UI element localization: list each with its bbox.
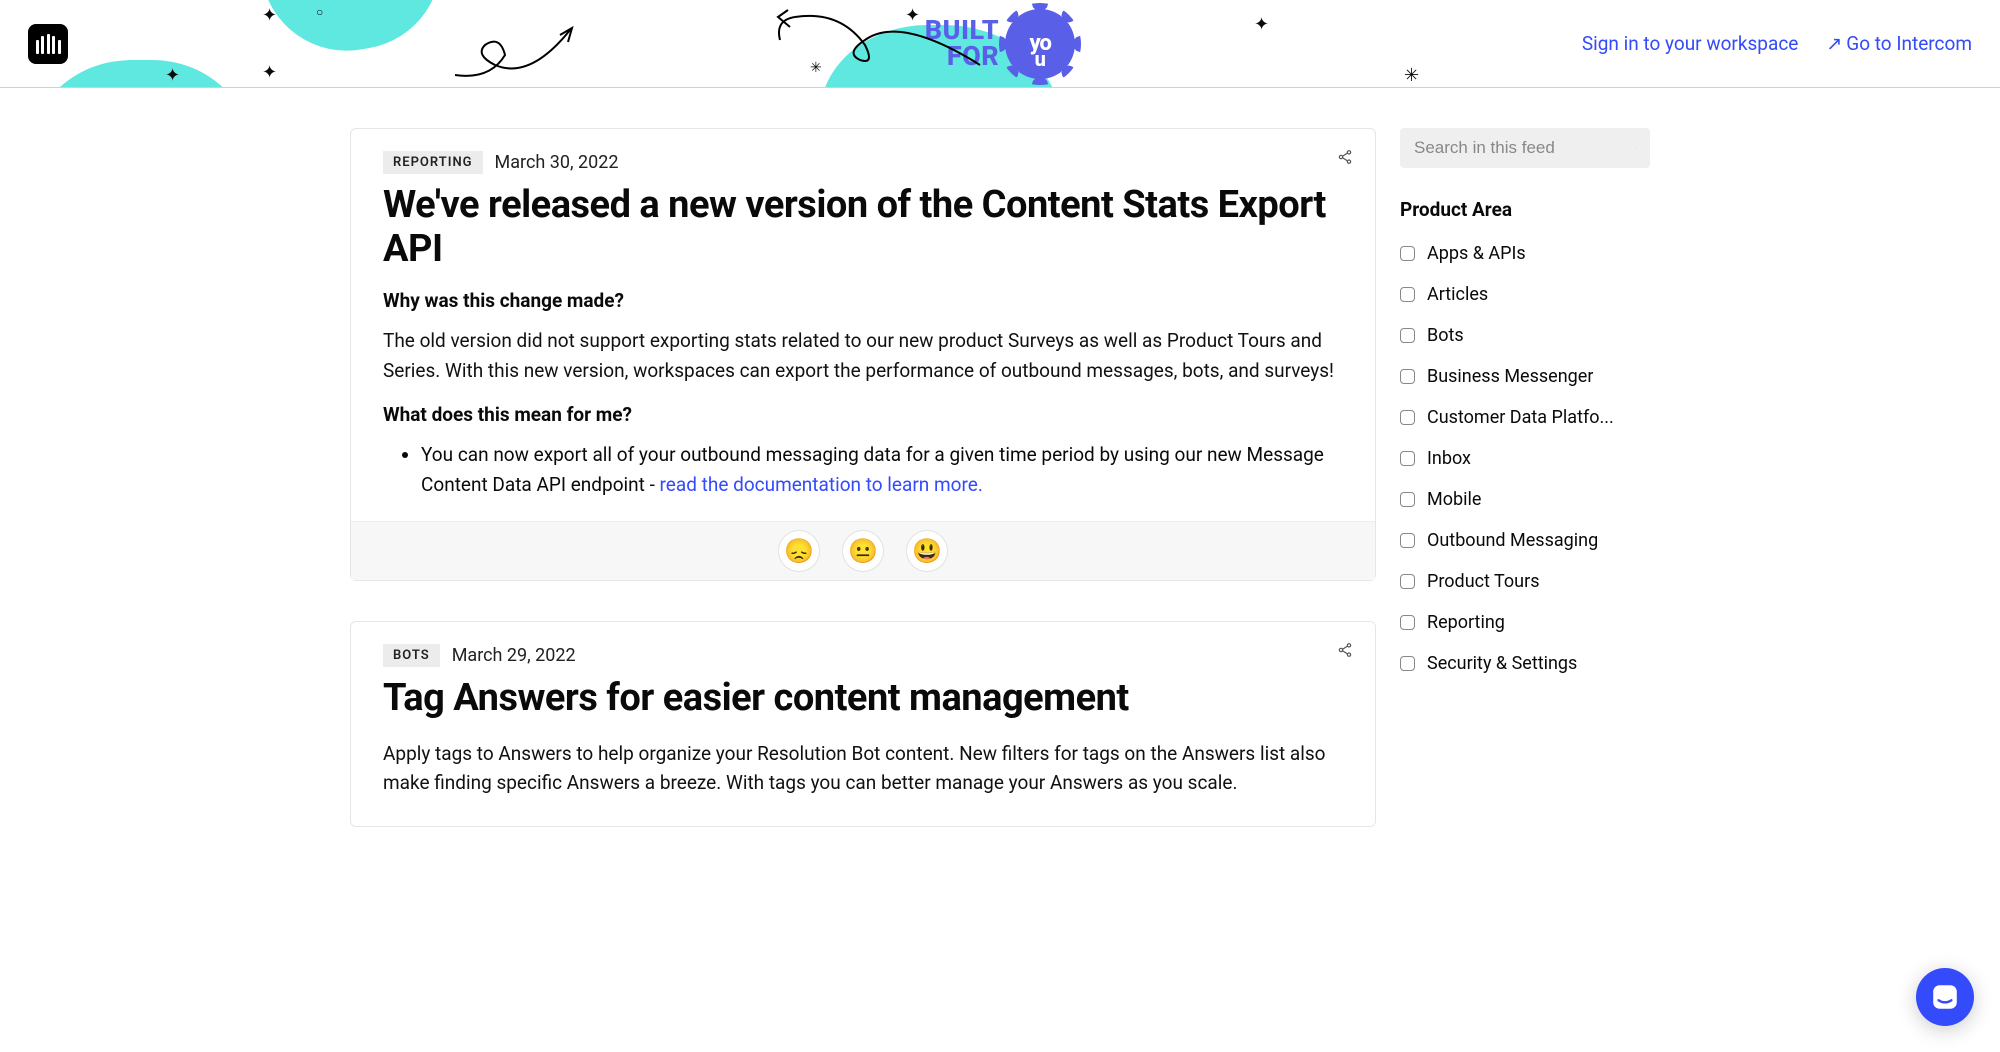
sparkle-icon: ✦: [262, 62, 277, 83]
checkbox[interactable]: [1400, 369, 1415, 384]
filter-label: Product Tours: [1427, 571, 1540, 592]
chat-launcher[interactable]: [1916, 968, 1974, 1026]
sparkle-icon: ✦: [165, 65, 180, 86]
category-tag[interactable]: REPORTING: [383, 151, 483, 174]
filter-list: Apps & APIs Articles Bots Business Messenge…: [1400, 243, 1650, 674]
arrow-squiggle-icon: [450, 20, 580, 80]
filter-item[interactable]: Reporting: [1400, 612, 1650, 633]
goto-intercom-link[interactable]: ↗Go to Intercom: [1826, 32, 1972, 55]
sparkle-icon: ✦: [262, 5, 277, 26]
external-link-icon: ↗: [1826, 32, 1842, 55]
post-paragraph: The old version did not support exportin…: [383, 326, 1343, 385]
filter-label: Outbound Messaging: [1427, 530, 1598, 551]
filter-item[interactable]: Security & Settings: [1400, 653, 1650, 674]
post-title[interactable]: Tag Answers for easier content managemen…: [383, 677, 1343, 721]
filter-label: Security & Settings: [1427, 653, 1577, 674]
checkbox[interactable]: [1400, 410, 1415, 425]
filter-item[interactable]: Articles: [1400, 284, 1650, 305]
section-heading: Why was this change made?: [383, 289, 1343, 312]
sidebar: Product Area Apps & APIs Articles Bots Busi…: [1400, 128, 1650, 694]
filter-label: Articles: [1427, 284, 1488, 305]
feed: REPORTING March 30, 2022 We've released …: [350, 128, 1376, 867]
checkbox[interactable]: [1400, 574, 1415, 589]
post-card: REPORTING March 30, 2022 We've released …: [350, 128, 1376, 581]
sidebar-heading: Product Area: [1400, 198, 1650, 221]
post-date: March 29, 2022: [452, 645, 576, 666]
filter-item[interactable]: Business Messenger: [1400, 366, 1650, 387]
checkbox[interactable]: [1400, 656, 1415, 671]
filter-item[interactable]: Customer Data Platfo...: [1400, 407, 1650, 428]
post-paragraph: Apply tags to Answers to help organize y…: [383, 739, 1343, 798]
share-button[interactable]: [1337, 642, 1353, 661]
reaction-neutral[interactable]: 😐: [842, 530, 884, 572]
sparkle-icon: ○: [316, 5, 323, 19]
checkbox[interactable]: [1400, 492, 1415, 507]
section-heading: What does this mean for me?: [383, 403, 1343, 426]
search-input[interactable]: [1414, 138, 1635, 158]
reaction-sad[interactable]: 😞: [778, 530, 820, 572]
filter-item[interactable]: Mobile: [1400, 489, 1650, 510]
doc-link[interactable]: read the documentation to learn more.: [660, 473, 983, 496]
decor-blob: [30, 60, 250, 88]
checkbox[interactable]: [1400, 287, 1415, 302]
reaction-happy[interactable]: 😃: [906, 530, 948, 572]
filter-item[interactable]: Apps & APIs: [1400, 243, 1650, 264]
filter-item[interactable]: Product Tours: [1400, 571, 1650, 592]
post-card: BOTS March 29, 2022 Tag Answers for easi…: [350, 621, 1376, 827]
sparkle-icon: ✦: [1254, 14, 1269, 35]
filter-label: Business Messenger: [1427, 366, 1593, 387]
filter-label: Apps & APIs: [1427, 243, 1526, 264]
filter-item[interactable]: Outbound Messaging: [1400, 530, 1650, 551]
filter-label: Customer Data Platfo...: [1427, 407, 1614, 428]
checkbox[interactable]: [1400, 246, 1415, 261]
search-icon: [1635, 138, 1636, 158]
category-tag[interactable]: BOTS: [383, 644, 440, 667]
header: ✦ ✦ ✦ ○ ✳ ✦ ✦ ✳ BUILT FOR yo u Sign in t…: [0, 0, 2000, 88]
filter-label: Bots: [1427, 325, 1464, 346]
post-title[interactable]: We've released a new version of the Cont…: [383, 184, 1343, 271]
filter-label: Inbox: [1427, 448, 1471, 469]
arrow-squiggle-icon: [770, 5, 990, 85]
list-item: You can now export all of your outbound …: [421, 440, 1343, 499]
filter-label: Reporting: [1427, 612, 1505, 633]
intercom-logo[interactable]: [28, 24, 68, 64]
share-icon: [1337, 642, 1353, 658]
checkbox[interactable]: [1400, 451, 1415, 466]
post-date: March 30, 2022: [495, 152, 619, 173]
reaction-bar: 😞 😐 😃: [351, 521, 1375, 580]
search-box[interactable]: [1400, 128, 1650, 168]
share-button[interactable]: [1337, 149, 1353, 168]
share-icon: [1337, 149, 1353, 165]
filter-item[interactable]: Inbox: [1400, 448, 1650, 469]
filter-label: Mobile: [1427, 489, 1481, 510]
goto-label: Go to Intercom: [1846, 32, 1972, 55]
checkbox[interactable]: [1400, 615, 1415, 630]
intercom-chat-icon: [1930, 982, 1960, 1012]
signin-link[interactable]: Sign in to your workspace: [1582, 32, 1799, 55]
sparkle-icon: ✳: [1404, 65, 1419, 86]
filter-item[interactable]: Bots: [1400, 325, 1650, 346]
checkbox[interactable]: [1400, 533, 1415, 548]
checkbox[interactable]: [1400, 328, 1415, 343]
logo-bars-icon: [36, 34, 61, 54]
